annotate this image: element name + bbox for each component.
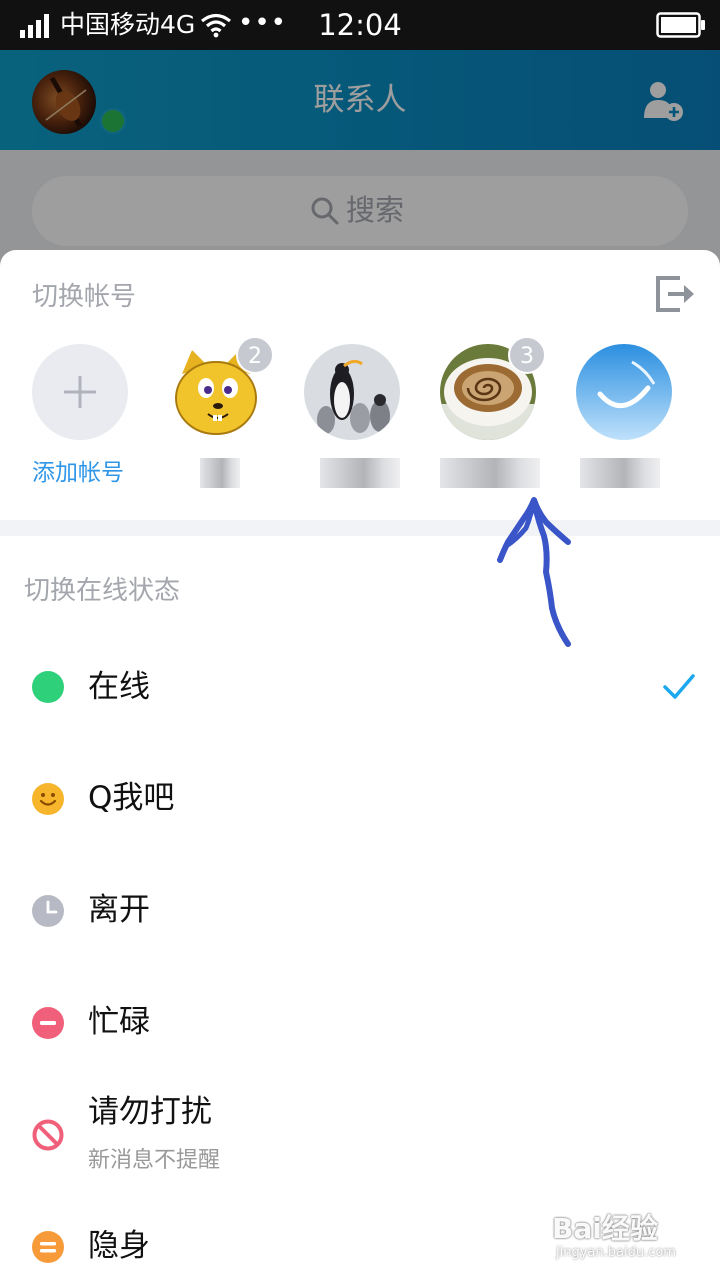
account-name-blurred	[320, 458, 400, 488]
section-divider	[0, 520, 720, 536]
status-option-online[interactable]: 在线	[0, 640, 720, 736]
status-label: 请勿打扰	[88, 1094, 212, 1130]
clock-time: 12:04	[318, 8, 402, 42]
status-option-busy[interactable]: 忙碌	[0, 976, 720, 1072]
switch-account-title: 切换帐号	[32, 282, 137, 312]
clock-icon	[32, 895, 64, 927]
switch-status-title: 切换在线状态	[24, 576, 181, 606]
account-name-blurred	[200, 458, 240, 488]
annotation-arrow	[497, 497, 571, 647]
check-icon	[663, 674, 695, 699]
status-option-away[interactable]: 离开	[0, 864, 720, 960]
baidu-jingyan-watermark: Bai经验 jingyan.baidu.com	[552, 1212, 692, 1268]
status-label: 离开	[88, 892, 150, 928]
watermark-url: jingyan.baidu.com	[556, 1245, 676, 1260]
logout-icon[interactable]	[654, 272, 698, 316]
status-label: 在线	[88, 669, 150, 705]
watermark-logo: Bai经验	[552, 1212, 658, 1245]
status-bar: 中国移动4G ••• 12:04	[0, 0, 720, 50]
status-label: 隐身	[88, 1228, 150, 1264]
add-account-label[interactable]: 添加帐号	[32, 458, 124, 488]
penguins-avatar	[304, 344, 400, 440]
account-avatar-4[interactable]	[576, 344, 672, 440]
battery-icon	[656, 12, 705, 38]
status-option-do-not-disturb[interactable]: 请勿打扰 新消息不提醒	[0, 1088, 720, 1198]
status-option-q-me[interactable]: Q我吧	[0, 752, 720, 848]
unread-badge: 2	[236, 336, 274, 374]
status-sublabel: 新消息不提醒	[88, 1148, 221, 1173]
account-name-blurred	[440, 458, 540, 488]
plus-icon	[64, 376, 96, 408]
account-name-blurred	[580, 458, 660, 488]
invisible-icon	[32, 1231, 64, 1263]
online-dot-icon	[32, 671, 64, 703]
modal-backdrop[interactable]	[0, 50, 720, 270]
status-label: Q我吧	[88, 780, 175, 816]
unread-badge: 3	[508, 336, 546, 374]
account-avatar-2[interactable]	[304, 344, 400, 440]
add-account-button[interactable]	[32, 344, 128, 440]
status-label: 忙碌	[88, 1004, 150, 1040]
sky-avatar	[576, 344, 672, 440]
busy-icon	[32, 1007, 64, 1039]
smile-icon	[32, 783, 64, 815]
do-not-disturb-icon	[32, 1119, 64, 1151]
